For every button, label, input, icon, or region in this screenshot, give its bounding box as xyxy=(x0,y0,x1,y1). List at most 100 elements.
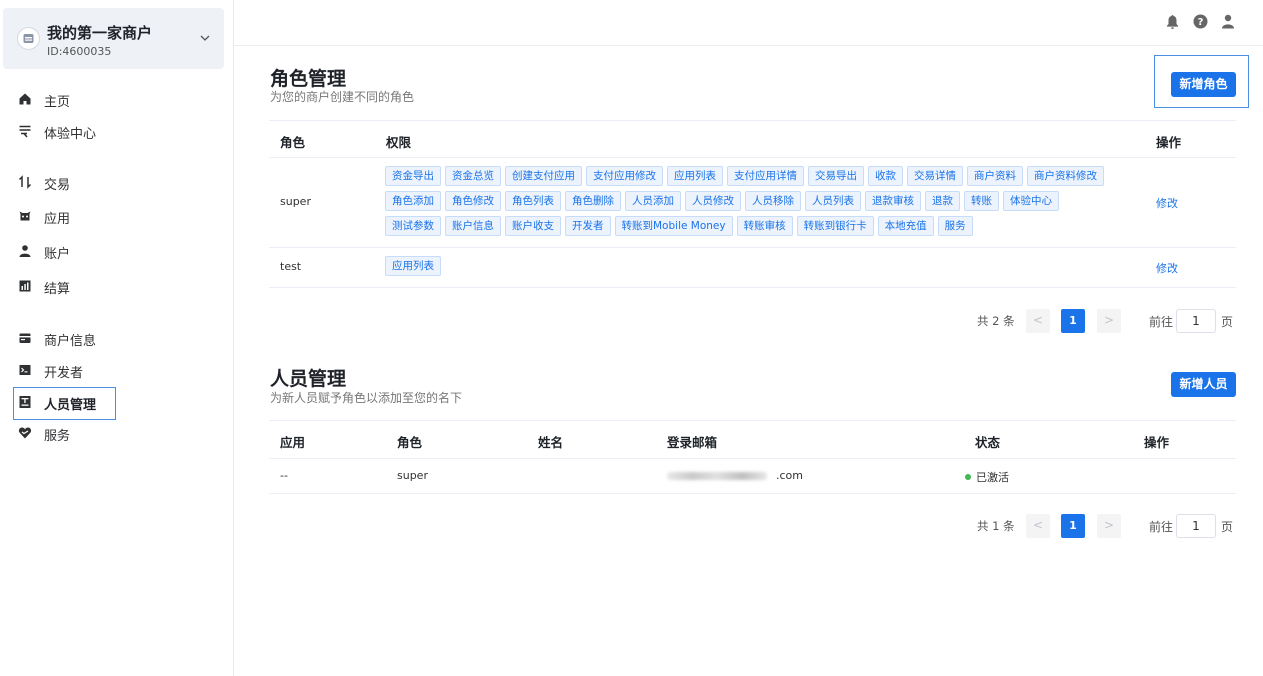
home-icon xyxy=(19,93,31,105)
permission-tag: 角色删除 xyxy=(565,191,621,211)
col-header-email: 登录邮箱 xyxy=(667,435,718,450)
sidebar-item-label: 结算 xyxy=(44,282,71,297)
chevron-down-icon[interactable] xyxy=(199,32,211,44)
permission-tag: 支付应用详情 xyxy=(727,166,804,186)
staff-email-cell: .com xyxy=(776,469,803,482)
service-icon xyxy=(18,427,32,439)
staff-title: 人员管理 xyxy=(270,368,347,390)
help-icon[interactable]: ? xyxy=(1193,14,1208,29)
divider xyxy=(269,120,1236,121)
permission-tag: 服务 xyxy=(937,216,973,236)
transaction-icon xyxy=(18,175,32,189)
status-active-dot xyxy=(965,474,971,480)
add-role-button-outline xyxy=(1154,55,1249,108)
store-icon xyxy=(17,27,40,50)
bell-icon[interactable] xyxy=(1166,14,1179,30)
prev-page-button[interactable]: < xyxy=(1026,309,1050,333)
permission-tag: 人员添加 xyxy=(625,191,681,211)
permission-tag: 创建支付应用 xyxy=(505,166,582,186)
col-header-action: 操作 xyxy=(1156,135,1182,150)
edit-role-link[interactable]: 修改 xyxy=(1156,260,1178,276)
page-suffix: 页 xyxy=(1221,315,1234,329)
role-name-cell: super xyxy=(280,195,311,208)
edit-role-link[interactable]: 修改 xyxy=(1156,195,1178,211)
merchant-id: ID:4600035 xyxy=(47,45,112,58)
permission-tag: 体验中心 xyxy=(1003,191,1059,211)
user-icon[interactable] xyxy=(1221,14,1235,29)
permission-tag: 账户信息 xyxy=(445,216,501,236)
col-header-role: 角色 xyxy=(280,135,306,150)
sidebar-item-label: 服务 xyxy=(44,429,71,444)
sidebar-item-settlement[interactable]: 结算 xyxy=(0,271,233,301)
permission-tags-line-test: 应用列表 xyxy=(385,256,441,276)
prev-page-button[interactable]: < xyxy=(1026,514,1050,538)
sidebar-item-label: 账户 xyxy=(44,247,71,262)
goto-page-input[interactable] xyxy=(1176,514,1216,538)
permission-tag: 测试参数 xyxy=(385,216,441,236)
app-icon xyxy=(19,211,31,221)
sidebar-item-account[interactable]: 账户 xyxy=(0,236,233,266)
divider xyxy=(269,287,1236,288)
developer-icon xyxy=(19,365,31,375)
sidebar-item-label: 体验中心 xyxy=(44,127,97,142)
permission-tag: 资金总览 xyxy=(445,166,501,186)
page-suffix: 页 xyxy=(1221,520,1234,534)
permission-tag: 人员移除 xyxy=(745,191,801,211)
role-name-cell: test xyxy=(280,260,302,273)
col-header-name: 姓名 xyxy=(538,435,564,450)
staff-subtitle: 为新人员赋予角色以添加至您的名下 xyxy=(270,391,463,405)
permission-tags-line-3: 测试参数 账户信息 账户收支 开发者 转账到Mobile Money 转账审核 转账到银行卡… xyxy=(385,216,973,236)
svg-text:?: ? xyxy=(1198,17,1204,28)
merchant-switcher[interactable]: 我的第一家商户 ID:4600035 xyxy=(3,8,224,69)
permission-tag: 商户资料 xyxy=(967,166,1023,186)
account-icon xyxy=(19,245,31,257)
staff-role-cell: super xyxy=(397,469,428,482)
active-item-outline xyxy=(13,387,116,420)
permission-tag: 转账审核 xyxy=(736,216,793,236)
permission-tag: 角色添加 xyxy=(385,191,441,211)
permission-tag: 商户资料修改 xyxy=(1027,166,1104,186)
col-header-app: 应用 xyxy=(280,435,306,450)
permission-tag: 支付应用修改 xyxy=(586,166,663,186)
pagination-total: 共 2 条 xyxy=(977,314,1015,328)
sidebar: 我的第一家商户 ID:4600035 主页 体验中心 交易 应用 账户 结算 商… xyxy=(0,0,234,676)
permission-tag: 角色修改 xyxy=(445,191,501,211)
sidebar-item-experience[interactable]: 体验中心 xyxy=(0,116,233,146)
permission-tag: 交易导出 xyxy=(808,166,864,186)
sidebar-item-transaction[interactable]: 交易 xyxy=(0,167,233,197)
merchant-name: 我的第一家商户 xyxy=(47,24,153,42)
experience-icon xyxy=(19,125,31,138)
permission-tag: 本地充值 xyxy=(877,216,934,236)
roles-subtitle: 为您的商户创建不同的角色 xyxy=(270,90,415,104)
sidebar-item-developer[interactable]: 开发者 xyxy=(0,355,233,385)
topbar: ? xyxy=(234,0,1263,46)
settlement-icon xyxy=(19,280,31,292)
col-header-action: 操作 xyxy=(1144,435,1170,450)
sidebar-item-label: 开发者 xyxy=(44,366,84,381)
current-page-button[interactable]: 1 xyxy=(1061,514,1085,538)
staff-pagination: 共 1 条 < 1 > 前往 页 xyxy=(0,514,1263,538)
col-header-role: 角色 xyxy=(397,435,423,450)
goto-label: 前往 xyxy=(1149,520,1174,534)
staff-status-cell: 已激活 xyxy=(965,469,1009,485)
roles-pagination: 共 2 条 < 1 > 前往 页 xyxy=(0,309,1263,333)
permission-tag: 账户收支 xyxy=(505,216,561,236)
permission-tag: 开发者 xyxy=(565,216,611,236)
goto-page-input[interactable] xyxy=(1176,309,1216,333)
merchant-info-icon xyxy=(19,333,31,343)
sidebar-item-service[interactable]: 服务 xyxy=(0,418,233,448)
redacted-email-blur xyxy=(667,472,767,480)
next-page-button[interactable]: > xyxy=(1097,514,1121,538)
permission-tag: 人员列表 xyxy=(805,191,861,211)
sidebar-item-label: 交易 xyxy=(44,178,71,193)
sidebar-item-home[interactable]: 主页 xyxy=(0,84,233,114)
permission-tag: 人员修改 xyxy=(685,191,741,211)
pagination-total: 共 1 条 xyxy=(977,519,1015,533)
permission-tags-line-2: 角色添加 角色修改 角色列表 角色删除 人员添加 人员修改 人员移除 人员列表 退款审核 退款 转账… xyxy=(385,191,1059,211)
add-staff-button[interactable]: 新增人员 xyxy=(1171,372,1236,397)
current-page-button[interactable]: 1 xyxy=(1061,309,1085,333)
sidebar-item-app[interactable]: 应用 xyxy=(0,201,233,231)
divider xyxy=(269,247,1236,248)
next-page-button[interactable]: > xyxy=(1097,309,1121,333)
sidebar-item-label: 应用 xyxy=(44,212,71,227)
